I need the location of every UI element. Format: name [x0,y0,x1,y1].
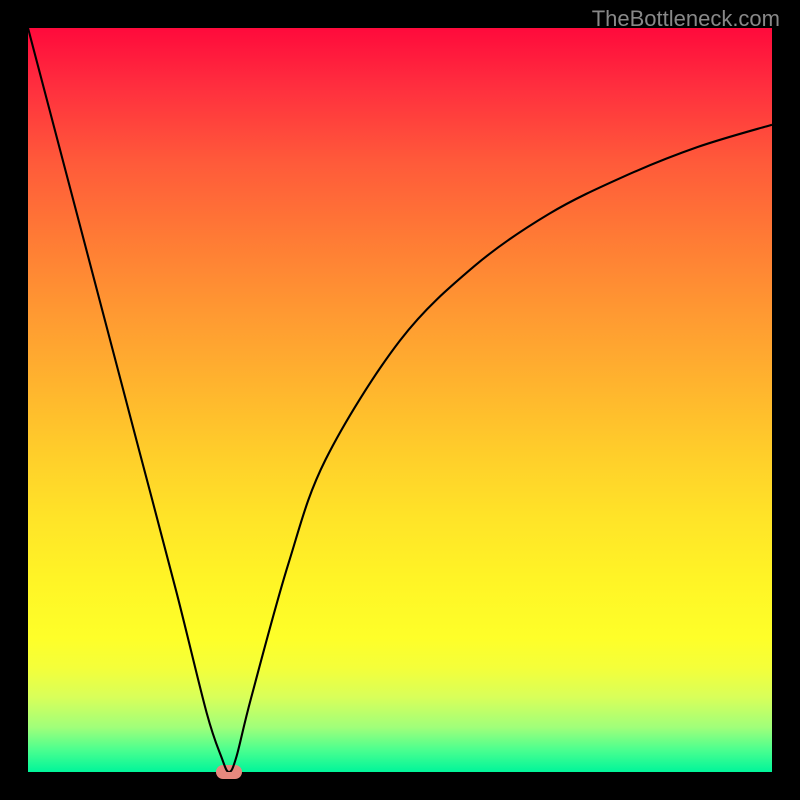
bottleneck-curve [28,28,772,772]
curve-path [28,28,772,772]
watermark-text: TheBottleneck.com [592,6,780,32]
plot-area [28,28,772,772]
